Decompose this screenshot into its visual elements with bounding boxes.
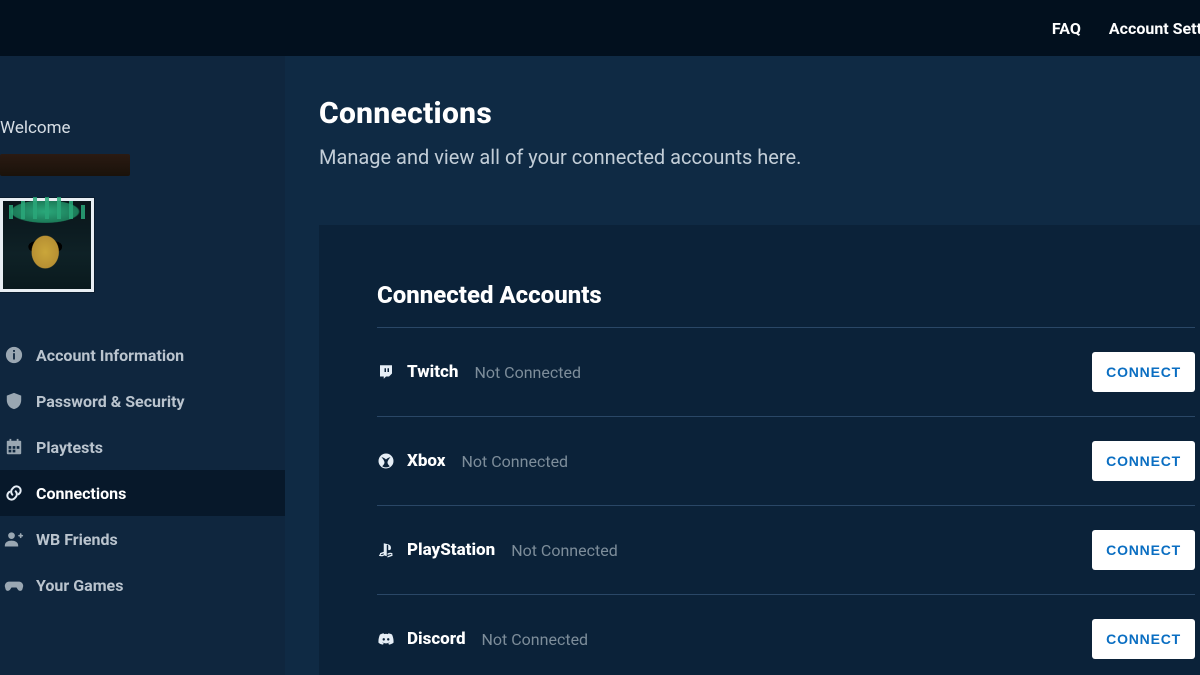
account-name: PlayStation — [407, 540, 495, 560]
sidebar-nav: Account Information Password & Security … — [0, 332, 285, 608]
add-user-icon — [4, 529, 24, 549]
page-subtitle: Manage and view all of your connected ac… — [319, 145, 1200, 169]
sidebar: Welcome Account Information Password & S… — [0, 56, 285, 675]
username-redacted — [0, 154, 130, 176]
sidebar-item-label: Connections — [36, 484, 126, 503]
sidebar-item-label: Playtests — [36, 438, 103, 457]
sidebar-item-your-games[interactable]: Your Games — [0, 562, 285, 608]
playstation-icon — [377, 541, 395, 559]
connect-button-playstation[interactable]: CONNECT — [1092, 530, 1195, 570]
sidebar-item-wb-friends[interactable]: WB Friends — [0, 516, 285, 562]
account-row-playstation: PlayStation Not Connected CONNECT — [377, 506, 1195, 595]
link-icon — [4, 483, 24, 503]
discord-icon — [377, 630, 395, 648]
main: Connections Manage and view all of your … — [285, 56, 1200, 675]
connected-accounts-heading: Connected Accounts — [377, 281, 1200, 309]
nav-account-settings[interactable]: Account Sett — [1109, 19, 1200, 38]
account-row-xbox: Xbox Not Connected CONNECT — [377, 417, 1195, 506]
welcome-label: Welcome — [0, 118, 285, 138]
account-status: Not Connected — [474, 363, 581, 382]
account-name: Discord — [407, 629, 466, 649]
account-status: Not Connected — [462, 452, 569, 471]
account-status: Not Connected — [511, 541, 618, 560]
page-title: Connections — [319, 96, 1200, 131]
sidebar-item-password-security[interactable]: Password & Security — [0, 378, 285, 424]
avatar-image — [3, 201, 91, 289]
sidebar-item-label: WB Friends — [36, 530, 118, 549]
sidebar-item-account-information[interactable]: Account Information — [0, 332, 285, 378]
twitch-icon — [377, 363, 395, 381]
topbar: FAQ Account Sett — [0, 0, 1200, 56]
account-status: Not Connected — [482, 630, 589, 649]
calendar-icon — [4, 437, 24, 457]
account-row-twitch: Twitch Not Connected CONNECT — [377, 328, 1195, 417]
sidebar-item-label: Password & Security — [36, 392, 185, 411]
sidebar-item-label: Your Games — [36, 576, 123, 595]
info-icon — [4, 345, 24, 365]
avatar[interactable] — [0, 198, 94, 292]
connect-button-xbox[interactable]: CONNECT — [1092, 441, 1195, 481]
sidebar-item-label: Account Information — [36, 346, 184, 365]
account-row-discord: Discord Not Connected CONNECT — [377, 595, 1195, 675]
account-name: Xbox — [407, 451, 446, 471]
nav-faq[interactable]: FAQ — [1052, 19, 1081, 38]
shield-icon — [4, 391, 24, 411]
connected-accounts-panel: Connected Accounts Twitch Not Connected … — [319, 225, 1200, 675]
sidebar-item-connections[interactable]: Connections — [0, 470, 285, 516]
connect-button-discord[interactable]: CONNECT — [1092, 619, 1195, 659]
sidebar-item-playtests[interactable]: Playtests — [0, 424, 285, 470]
xbox-icon — [377, 452, 395, 470]
account-name: Twitch — [407, 362, 458, 382]
gamepad-icon — [4, 575, 24, 595]
connect-button-twitch[interactable]: CONNECT — [1092, 352, 1195, 392]
